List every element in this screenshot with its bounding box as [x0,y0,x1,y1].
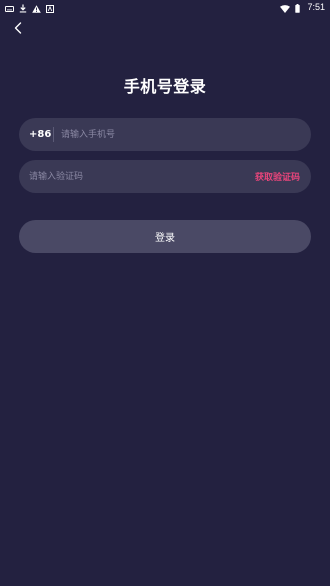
wifi-icon [280,0,291,17]
download-icon [19,0,27,17]
translate-icon [46,0,54,17]
page-title: 手机号登录 [123,77,207,96]
phone-input[interactable] [61,118,311,151]
phone-field: +86 [19,118,311,151]
keyboard-icon [5,0,14,17]
country-code[interactable]: +86 [19,129,53,140]
login-button[interactable]: 登录 [19,220,311,253]
verification-code-input[interactable] [19,160,255,193]
chevron-left-icon [14,19,22,38]
status-time: 7:51 [307,2,325,12]
verification-code-field: 获取验证码 [19,160,311,193]
back-button[interactable] [10,19,26,37]
battery-icon [295,0,301,17]
status-bar-left [5,0,54,17]
get-code-button[interactable]: 获取验证码 [255,170,311,183]
field-divider [53,127,54,142]
status-bar-right: 7:51 [280,0,325,17]
status-bar: 7:51 [0,0,330,14]
warning-icon [32,0,41,17]
